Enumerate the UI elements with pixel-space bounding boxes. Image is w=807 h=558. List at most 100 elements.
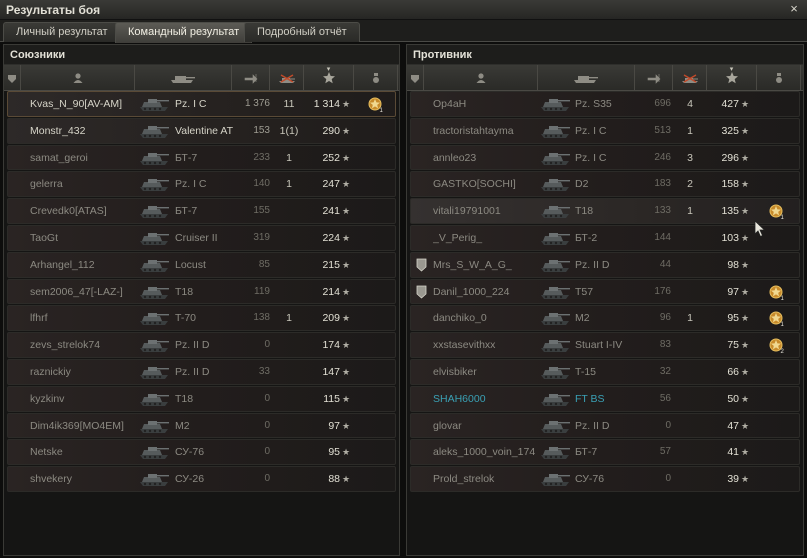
xp-star-icon: ★ bbox=[342, 420, 351, 431]
player-row[interactable]: xxstasevithxx Stuart I-IV 83 75 ★ 2 bbox=[410, 332, 800, 358]
column-header-kills[interactable] bbox=[673, 65, 707, 91]
player-row[interactable]: samat_geroi БТ-7 233 1 252 ★ bbox=[7, 144, 396, 171]
medal-icon[interactable]: 1 bbox=[366, 95, 386, 113]
player-name: Op4aH bbox=[433, 98, 467, 110]
player-row[interactable]: aleks_1000_voin_174 БТ-7 57 41 ★ bbox=[410, 439, 800, 466]
allies-panel: Союзники ▾ Kvas_N_90[AV-AM] Pz. I C 1 376 1… bbox=[3, 44, 400, 556]
medal-icon[interactable]: 1 bbox=[767, 309, 787, 327]
tank-name: Stuart I-IV bbox=[575, 339, 623, 352]
xp-star-icon: ★ bbox=[741, 420, 750, 431]
damage-value: 0 bbox=[665, 473, 671, 485]
tank-thumbnail-icon bbox=[140, 474, 169, 487]
damage-value: 44 bbox=[659, 258, 671, 270]
player-row[interactable]: tractoristahtayma Pz. I C 513 1 325 ★ bbox=[410, 117, 800, 144]
column-header-player[interactable] bbox=[21, 65, 135, 91]
xp-star-icon: ★ bbox=[342, 99, 351, 109]
player-row[interactable]: Crevedk0[ATAS] БТ-7 155 241 ★ bbox=[7, 198, 396, 224]
xp-value: 88 bbox=[328, 473, 340, 486]
tank-name: T-15 bbox=[575, 365, 597, 378]
player-row[interactable]: TaoGt Cruiser II 319 224 ★ bbox=[7, 224, 396, 251]
player-row[interactable]: Mrs_S_W_A_G_ Pz. II D 44 98 ★ bbox=[410, 251, 800, 278]
enemies-panel: Противник ▾ Op4aH Pz. S35 696 4 427 ★ tractori… bbox=[406, 44, 804, 556]
player-row[interactable]: Danil_1000_224 T57 176 97 ★ 1 bbox=[410, 278, 800, 305]
xp-star-icon: ★ bbox=[741, 179, 750, 190]
player-row[interactable]: sem2006_47[-LAZ-] T18 119 214 ★ bbox=[7, 278, 396, 305]
xp-value: 103 bbox=[721, 231, 739, 244]
column-header-squad[interactable] bbox=[407, 65, 424, 91]
tank-thumbnail-icon bbox=[140, 259, 169, 272]
tank-thumbnail-icon bbox=[541, 313, 570, 326]
player-row[interactable]: GASTKO[SOCHI] D2 183 2 158 ★ bbox=[410, 171, 800, 198]
player-row[interactable]: Kvas_N_90[AV-AM] Pz. I C 1 376 11 1 314 ★ 1 bbox=[7, 91, 396, 117]
player-row[interactable]: annleo23 Pz. I C 246 3 296 ★ bbox=[410, 144, 800, 171]
damage-value: 233 bbox=[253, 151, 270, 163]
tank-name: СУ-76 bbox=[175, 446, 205, 459]
damage-value: 176 bbox=[654, 285, 671, 297]
player-row[interactable]: Dim4ik369[MO4EM] M2 0 97 ★ bbox=[7, 412, 396, 439]
tab-team-result[interactable]: Командный результат bbox=[115, 22, 253, 43]
player-row[interactable]: raznickiy Pz. II D 33 147 ★ bbox=[7, 358, 396, 385]
column-header-kills[interactable] bbox=[270, 65, 304, 91]
xp-star-icon: ★ bbox=[342, 393, 351, 404]
tank-name: M2 bbox=[175, 419, 190, 432]
close-icon[interactable]: × bbox=[787, 2, 801, 16]
player-row[interactable]: Monstr_432 Valentine AT 153 1(1) 290 ★ bbox=[7, 117, 396, 144]
player-row[interactable]: Arhangel_112 Locust 85 215 ★ bbox=[7, 251, 396, 278]
column-header-squad[interactable] bbox=[4, 65, 21, 91]
tank-thumbnail-icon bbox=[541, 420, 570, 433]
damage-value: 1 376 bbox=[244, 98, 270, 109]
column-header-damage[interactable] bbox=[232, 65, 270, 91]
column-header-tank[interactable] bbox=[538, 65, 635, 91]
damage-value: 33 bbox=[258, 365, 270, 377]
player-row[interactable]: lfhrf T-70 138 1 209 ★ bbox=[7, 305, 396, 332]
player-row[interactable]: danchiko_0 M2 96 1 95 ★ 1 bbox=[410, 305, 800, 332]
player-name: vitali19791001 bbox=[433, 205, 501, 218]
column-header-medal[interactable] bbox=[757, 65, 801, 91]
player-row[interactable]: shvekery СУ-26 0 88 ★ bbox=[7, 466, 396, 492]
tab-personal-result[interactable]: Личный результат bbox=[3, 22, 121, 42]
player-row[interactable]: Op4aH Pz. S35 696 4 427 ★ bbox=[410, 91, 800, 117]
tank-thumbnail-icon bbox=[541, 393, 570, 406]
xp-star-icon: ★ bbox=[741, 393, 750, 404]
tab-detailed-report[interactable]: Подробный отчёт bbox=[244, 22, 360, 42]
xp-star-icon: ★ bbox=[741, 152, 750, 163]
tank-name: БТ-2 bbox=[575, 231, 598, 244]
enemies-list: Op4aH Pz. S35 696 4 427 ★ tractoristahtayma Pz.… bbox=[407, 91, 803, 492]
tank-thumbnail-icon bbox=[541, 340, 570, 353]
kills-value bbox=[274, 280, 304, 304]
medal-count: 1 bbox=[781, 296, 785, 301]
column-header-medal[interactable] bbox=[354, 65, 398, 91]
player-row[interactable]: zevs_strelok74 Pz. II D 0 174 ★ bbox=[7, 332, 396, 358]
kills-value: 1 bbox=[286, 178, 292, 191]
column-header-tank[interactable] bbox=[135, 65, 232, 91]
column-header-xp-star[interactable]: ▾ bbox=[304, 65, 354, 91]
kills-value bbox=[675, 414, 705, 438]
player-row[interactable]: elvisbiker T-15 32 66 ★ bbox=[410, 358, 800, 385]
damage-value: 56 bbox=[659, 392, 671, 404]
xp-star-icon: ★ bbox=[342, 152, 351, 163]
squad-badge-icon bbox=[416, 285, 427, 299]
xp-star-icon: ★ bbox=[342, 366, 351, 377]
tank-thumbnail-icon bbox=[140, 313, 169, 326]
medal-icon[interactable]: 2 bbox=[767, 336, 787, 354]
column-header-xp-star[interactable]: ▾ bbox=[707, 65, 757, 91]
column-header-player[interactable] bbox=[424, 65, 538, 91]
medal-icon[interactable]: 1 bbox=[767, 283, 787, 301]
xp-value: 135 bbox=[721, 205, 739, 218]
column-header-damage[interactable] bbox=[635, 65, 673, 91]
tank-thumbnail-icon bbox=[140, 340, 169, 353]
player-row[interactable]: _V_Perig_ БТ-2 144 103 ★ bbox=[410, 224, 800, 251]
player-row[interactable]: Prold_strelok СУ-76 0 39 ★ bbox=[410, 466, 800, 492]
player-row[interactable]: gelerra Pz. I C 140 1 247 ★ bbox=[7, 171, 396, 198]
player-row[interactable]: kyzkinv T18 0 115 ★ bbox=[7, 385, 396, 412]
player-row[interactable]: SHAH6000 FT BS 56 50 ★ bbox=[410, 385, 800, 412]
player-row[interactable]: vitali19791001 T18 133 1 135 ★ 1 bbox=[410, 198, 800, 224]
medal-icon[interactable]: 1 bbox=[767, 202, 787, 220]
kills-value: 11 bbox=[283, 98, 295, 110]
kills-value bbox=[675, 360, 705, 384]
player-row[interactable]: Netske СУ-76 0 95 ★ bbox=[7, 439, 396, 466]
player-row[interactable]: glovar Pz. II D 0 47 ★ bbox=[410, 412, 800, 439]
player-name: Dim4ik369[MO4EM] bbox=[30, 419, 124, 432]
kills-value: 3 bbox=[687, 151, 693, 164]
tank-name: Locust bbox=[175, 258, 206, 271]
